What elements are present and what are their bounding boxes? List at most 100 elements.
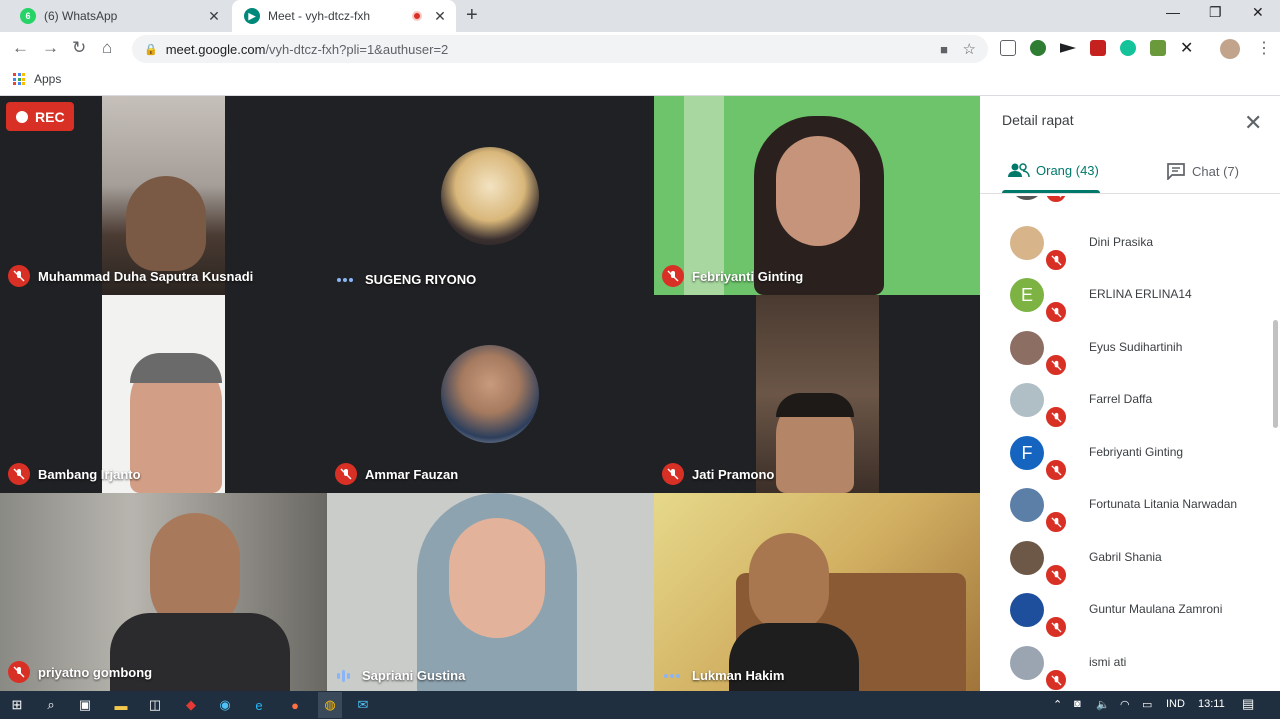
- camera-icon[interactable]: ■: [940, 42, 948, 57]
- profile-avatar[interactable]: [1220, 39, 1240, 59]
- panel-scrollbar[interactable]: [1273, 320, 1278, 428]
- mic-off-icon: [8, 463, 30, 485]
- participant-row[interactable]: Eyus Sudihartinih: [980, 321, 1280, 377]
- participant-name: ismi ati: [1089, 655, 1127, 669]
- tray-chevron-icon[interactable]: ⌃: [1053, 698, 1062, 711]
- person-hair: [130, 353, 222, 383]
- tab-chat[interactable]: Chat (7): [1166, 162, 1239, 180]
- bookmark-star-icon[interactable]: ☆: [963, 40, 976, 58]
- participant-avatar: [1010, 541, 1044, 575]
- participant-tile[interactable]: Febriyanti Ginting: [654, 96, 980, 295]
- clock[interactable]: 13:11: [1198, 698, 1225, 710]
- language-indicator[interactable]: IND: [1166, 698, 1185, 710]
- mic-off-icon: [662, 463, 684, 485]
- close-tab-icon[interactable]: ✕: [204, 8, 224, 25]
- store-icon[interactable]: ◫: [146, 696, 164, 714]
- extension-drive-icon[interactable]: [1150, 40, 1166, 56]
- maximize-button[interactable]: ❐: [1209, 4, 1222, 21]
- participant-tile[interactable]: priyatno gombong: [0, 493, 327, 691]
- participant-name: Lukman Hakim: [662, 668, 784, 683]
- minimize-button[interactable]: —: [1166, 4, 1180, 20]
- participant-row[interactable]: Fortunata Litania Narwadan: [980, 478, 1280, 534]
- participant-row[interactable]: Gabril Shania: [980, 531, 1280, 587]
- extension-play-icon[interactable]: [1060, 43, 1076, 53]
- back-icon[interactable]: ←: [12, 38, 29, 58]
- close-window-button[interactable]: ✕: [1252, 4, 1264, 21]
- activity-dots-icon: [664, 673, 682, 678]
- reload-icon[interactable]: ↻: [72, 38, 86, 58]
- windows-start-icon[interactable]: ⊞: [8, 696, 26, 714]
- participant-row[interactable]: ismi ati: [980, 636, 1280, 691]
- participant-tile[interactable]: SUGENG RIYONO: [327, 96, 654, 295]
- chrome-icon[interactable]: ◍: [318, 692, 342, 718]
- active-tab-indicator: [1002, 190, 1100, 193]
- extension-green-icon[interactable]: [1030, 40, 1046, 56]
- tab-meet[interactable]: ▶ Meet - vyh-dtcz-fxh ✕: [232, 0, 456, 32]
- firefox-icon[interactable]: ●: [286, 696, 304, 714]
- lock-icon: 🔒: [144, 43, 158, 56]
- participant-avatar: [1010, 226, 1044, 260]
- mail-icon[interactable]: ✉: [354, 696, 372, 714]
- close-panel-icon[interactable]: ✕: [1244, 110, 1262, 136]
- file-explorer-icon[interactable]: ▬: [112, 696, 130, 714]
- volume-icon[interactable]: 🔈: [1096, 698, 1110, 711]
- task-view-icon[interactable]: ▣: [76, 696, 94, 714]
- participant-row[interactable]: Dini Prasika: [980, 216, 1280, 272]
- participant-row[interactable]: Guntur Maulana Zamroni: [980, 583, 1280, 639]
- participant-row[interactable]: E ERLINA ERLINA14: [980, 268, 1280, 324]
- participant-avatar: F: [1010, 436, 1044, 470]
- participant-tile[interactable]: Bambang Irjanto: [0, 295, 327, 493]
- participant-avatar: [1010, 646, 1044, 680]
- search-icon[interactable]: ⌕: [42, 696, 60, 714]
- participant-name: Guntur Maulana Zamroni: [1089, 602, 1223, 616]
- edge-icon[interactable]: e: [250, 696, 268, 714]
- tab-people[interactable]: Orang (43): [1008, 162, 1099, 178]
- person-face: [449, 518, 545, 638]
- battery-icon[interactable]: ▭: [1142, 698, 1152, 711]
- recording-indicator-icon: [412, 11, 422, 21]
- forward-icon[interactable]: →: [42, 38, 59, 58]
- app-blue-icon[interactable]: ◉: [216, 696, 234, 714]
- participant-name: Muhammad Duha Saputra Kusnadi: [8, 265, 253, 287]
- recording-badge: REC: [6, 102, 74, 131]
- app-red-icon[interactable]: ◆: [182, 696, 200, 714]
- participant-name: Gabril Shania: [1089, 550, 1162, 564]
- meet-icon: ▶: [244, 8, 260, 24]
- close-tab-icon[interactable]: ✕: [430, 8, 450, 25]
- mic-off-icon: [8, 265, 30, 287]
- participant-name: ERLINA ERLINA14: [1089, 287, 1192, 301]
- participant-tile[interactable]: Ammar Fauzan: [327, 295, 654, 493]
- participant-tile[interactable]: Jati Pramono: [654, 295, 980, 493]
- panel-title: Detail rapat: [1002, 112, 1074, 128]
- participant-avatar: E: [1010, 278, 1044, 312]
- extension-pdf-icon[interactable]: [1090, 40, 1106, 56]
- participant-row[interactable]: Farrel Daffa: [980, 373, 1280, 429]
- participant-avatar: [441, 147, 539, 245]
- participant-tile[interactable]: Sapriani Gustina: [327, 493, 654, 691]
- mic-off-icon: [662, 265, 684, 287]
- people-icon: [1008, 163, 1030, 178]
- panel-tabs: Orang (43) Chat (7): [980, 154, 1280, 194]
- notifications-icon[interactable]: ▤: [1242, 696, 1254, 712]
- browser-toolbar: ← → ↻ ⌂ 🔒 meet.google.com/vyh-dtcz-fxh?p…: [0, 32, 1280, 66]
- tab-whatsapp[interactable]: 6 (6) WhatsApp ✕: [8, 0, 230, 32]
- url-path: /vyh-dtcz-fxh?pli=1&authuser=2: [265, 41, 449, 57]
- participant-row[interactable]: F Febriyanti Ginting: [980, 426, 1280, 482]
- wifi-icon[interactable]: ◠: [1120, 698, 1130, 711]
- person-hair: [776, 393, 854, 417]
- participant-name: priyatno gombong: [8, 661, 152, 683]
- person-silhouette: [126, 176, 206, 271]
- extension-grammarly-icon[interactable]: [1120, 40, 1136, 56]
- apps-grid-icon: [13, 73, 25, 85]
- more-menu-icon[interactable]: ⋮: [1256, 38, 1272, 58]
- address-bar[interactable]: 🔒 meet.google.com/vyh-dtcz-fxh?pli=1&aut…: [132, 35, 988, 63]
- extension-screenshot-icon[interactable]: [1000, 40, 1016, 56]
- extension-x-icon[interactable]: ✕: [1180, 38, 1196, 57]
- home-icon[interactable]: ⌂: [102, 38, 112, 58]
- participant-name: Sapriani Gustina: [335, 668, 465, 683]
- participant-tile[interactable]: Lukman Hakim: [654, 493, 980, 691]
- apps-shortcut[interactable]: Apps: [13, 72, 61, 86]
- windows-taskbar: ⊞ ⌕ ▣ ▬ ◫ ◆ ◉ e ● ◍ ✉ ⌃ ◙ 🔈 ◠ ▭ IND 13:1…: [0, 691, 1280, 719]
- mic-off-icon: [8, 661, 30, 683]
- new-tab-button[interactable]: +: [466, 4, 478, 27]
